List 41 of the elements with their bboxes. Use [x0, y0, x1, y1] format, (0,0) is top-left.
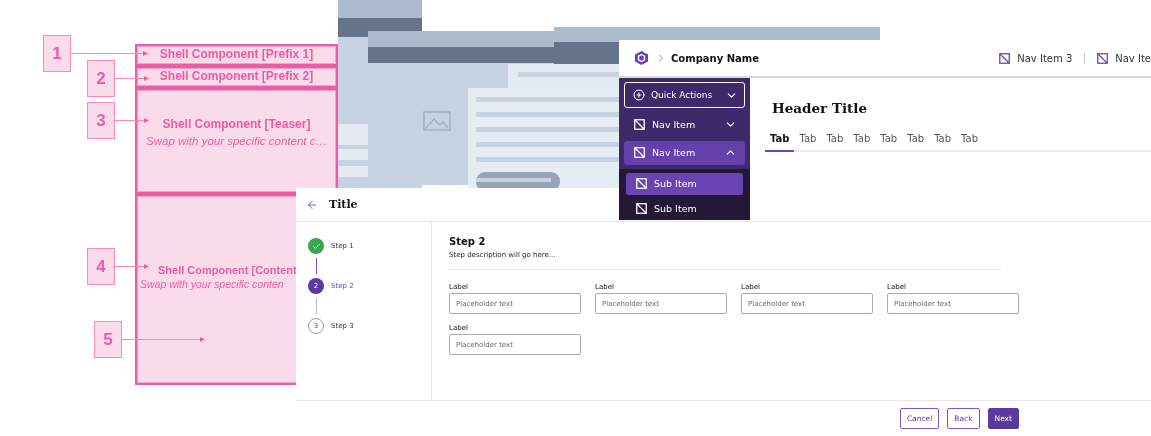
sidebar-sub-item[interactable]: Sub Item: [626, 173, 743, 195]
step-heading: Step 2: [449, 236, 487, 247]
step-connector: [315, 298, 317, 314]
tab[interactable]: Tab: [929, 129, 957, 152]
callout-number: 3: [87, 102, 115, 139]
top-nav-link[interactable]: Nav Item 3: [987, 52, 1085, 64]
callout-number: 1: [43, 35, 71, 72]
placeholder-icon: [1097, 52, 1109, 64]
section-subtitle: Swap with your specific conten: [139, 277, 284, 292]
company-name: Company Name: [671, 52, 759, 64]
callout-number: 4: [87, 248, 115, 285]
header-title: Header Title: [772, 100, 869, 116]
top-nav-link[interactable]: Nav Ite: [1084, 52, 1151, 64]
back-arrow-icon[interactable]: [306, 198, 318, 211]
hexagon-logo-icon: [634, 50, 649, 66]
tab[interactable]: Tab: [875, 129, 903, 152]
placeholder-icon: [634, 119, 645, 130]
section-title: Shell Component [Prefix 2]: [159, 69, 314, 85]
section-title: Shell Component [Prefix 1]: [159, 47, 314, 63]
tab[interactable]: Tab: [848, 129, 876, 152]
wizard-title: Title: [329, 198, 358, 211]
tab[interactable]: Tab: [956, 129, 983, 152]
placeholder-icon: [999, 52, 1011, 64]
placeholder-icon: [634, 147, 645, 159]
quick-actions-button[interactable]: Quick Actions: [624, 82, 745, 109]
section-title: Shell Component [Teaser]: [162, 117, 311, 133]
placeholder-icon: [636, 178, 647, 190]
step-connector: [315, 258, 317, 274]
section-title: Shell Component [Content: [157, 263, 297, 278]
plus-circle-icon: [633, 89, 645, 102]
callout-number: 5: [94, 321, 122, 358]
tab[interactable]: Tab: [794, 129, 822, 152]
tab[interactable]: Tab: [902, 129, 930, 152]
sidebar-nav-item[interactable]: Nav Item: [624, 140, 745, 165]
section-subtitle: Swap with your specific content c…: [146, 133, 327, 149]
tab[interactable]: Tab: [765, 129, 795, 152]
tab[interactable]: Tab: [821, 129, 849, 152]
callout-number: 2: [87, 60, 115, 97]
sidebar-sub-item[interactable]: Sub Item: [626, 198, 743, 220]
sidebar-nav-item[interactable]: Nav Item: [624, 112, 745, 137]
placeholder-icon: [636, 203, 647, 215]
